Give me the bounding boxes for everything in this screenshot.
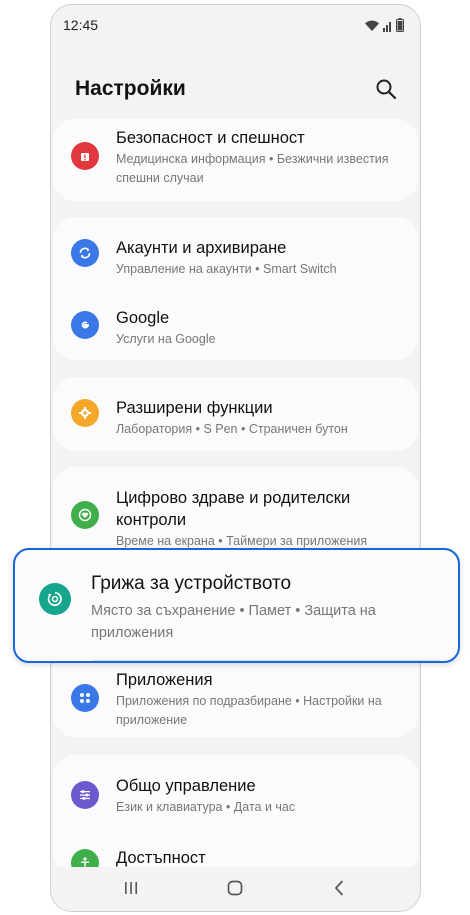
phone-screen: 12:45 Настройки Безопасност и спешност М… <box>50 4 421 912</box>
settings-card-general: Общо управление Език и клавиатура • Дата… <box>53 755 418 877</box>
settings-item-google[interactable]: Google Услуги на Google <box>53 289 418 359</box>
status-time: 12:45 <box>63 17 99 33</box>
settings-item-wellbeing[interactable]: Цифрово здраве и родителски контроли Вре… <box>53 467 418 551</box>
settings-item-accounts[interactable]: Акаунти и архивиране Управление на акаун… <box>53 217 418 287</box>
heart-icon <box>71 501 99 529</box>
settings-item-safety[interactable]: Безопасност и спешност Медицинска информ… <box>53 119 418 201</box>
settings-item-subtitle: Лаборатория • S Pen • Страничен бутон <box>116 422 348 436</box>
search-icon[interactable] <box>374 77 398 101</box>
settings-item-title: Приложения <box>116 671 213 689</box>
settings-item-subtitle: Приложения по подразбиране • Настройки н… <box>116 694 382 727</box>
signal-icon <box>383 21 391 32</box>
wifi-icon <box>365 20 379 31</box>
settings-item-general[interactable]: Общо управление Език и клавиатура • Дата… <box>53 755 418 825</box>
battery-icon <box>396 18 404 32</box>
apps-grid-icon <box>71 684 99 712</box>
status-bar: 12:45 <box>51 5 420 45</box>
gear-plus-icon <box>71 399 99 427</box>
page-title: Настройки <box>75 77 186 100</box>
settings-card-advanced: Разширени функции Лаборатория • S Pen • … <box>53 377 418 451</box>
settings-item-apps[interactable]: Приложения Приложения по подразбиране • … <box>53 663 418 737</box>
sync-icon <box>71 239 99 267</box>
device-care-icon <box>39 583 71 615</box>
settings-card-safety: Безопасност и спешност Медицинска информ… <box>53 119 418 201</box>
settings-item-subtitle: Медицинска информация • Безжични извести… <box>116 152 389 185</box>
settings-item-subtitle: Управление на акаунти • Smart Switch <box>116 262 337 276</box>
navigation-bar <box>51 867 420 911</box>
settings-item-subtitle: Език и клавиатура • Дата и час <box>116 800 296 814</box>
emergency-icon <box>71 142 99 170</box>
settings-item-title: Цифрово здраве и родителски контроли <box>116 489 351 529</box>
settings-item-title: Акаунти и архивиране <box>116 239 287 257</box>
settings-item-advanced[interactable]: Разширени функции Лаборатория • S Pen • … <box>53 377 418 451</box>
settings-item-title: Достъпност <box>116 849 206 867</box>
settings-item-subtitle: Услуги на Google <box>116 332 216 346</box>
settings-item-title: Google <box>116 309 170 327</box>
settings-item-subtitle: Място за съхранение • Памет • Защита на … <box>91 603 376 641</box>
settings-item-title: Безопасност и спешност <box>116 129 305 147</box>
back-icon[interactable] <box>329 879 349 897</box>
settings-item-title: Грижа за устройството <box>91 573 292 594</box>
settings-item-title: Разширени функции <box>116 399 273 417</box>
divider <box>91 660 440 661</box>
recents-icon[interactable] <box>121 879 141 897</box>
sliders-icon <box>71 781 99 809</box>
home-icon[interactable] <box>225 879 245 897</box>
settings-item-device-care[interactable]: Грижа за устройството Място за съхранени… <box>13 548 460 663</box>
settings-card-accounts: Акаунти и архивиране Управление на акаун… <box>53 217 418 360</box>
google-icon <box>71 311 99 339</box>
settings-item-title: Общо управление <box>116 777 256 795</box>
